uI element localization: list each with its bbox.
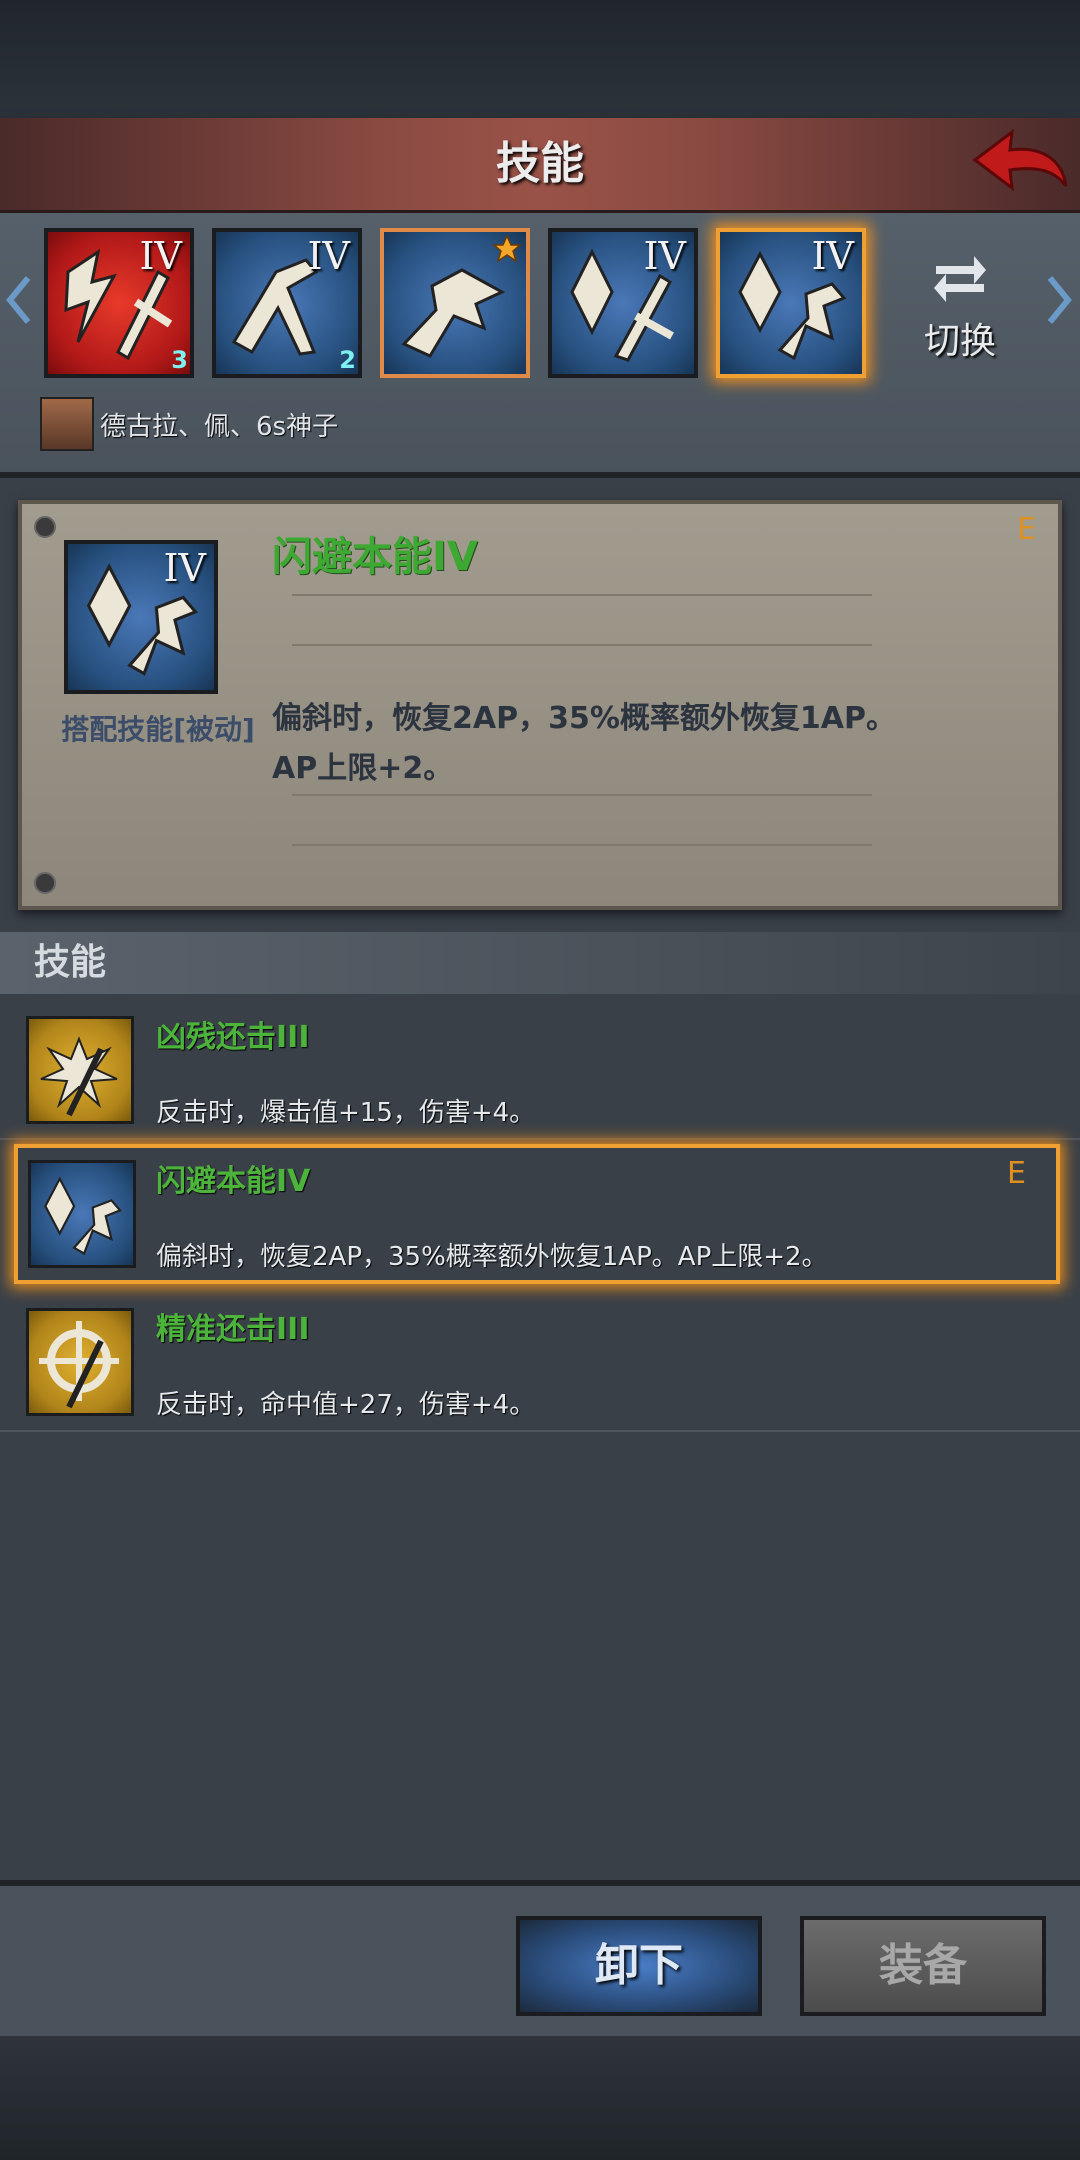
equipped-slot-4[interactable]: IV <box>548 228 698 378</box>
scroll-left-arrow-icon[interactable] <box>4 270 34 330</box>
skill-detail-card: IV 搭配技能[被动] 闪避本能IV E 偏斜时，恢复2AP，35%概率额外恢复… <box>18 500 1062 910</box>
divider <box>0 1138 1080 1140</box>
gem-count: 2 <box>339 346 356 374</box>
skill-desc: 反击时，命中值+27，伤害+4。 <box>156 1390 536 1420</box>
divider <box>292 594 872 596</box>
skill-desc: 偏斜时，恢复2AP，35%概率额外恢复1AP。AP上限+2。 <box>156 1242 828 1272</box>
equipped-slot-2[interactable]: IV 2 <box>212 228 362 378</box>
back-arrow-icon[interactable] <box>970 124 1070 204</box>
page-title: 技能 <box>496 138 584 189</box>
slot-level: IV <box>307 234 350 278</box>
equipped-slot-3[interactable] <box>380 228 530 378</box>
section-title: 技能 <box>34 942 107 983</box>
skill-title: 闪避本能IV <box>272 534 478 580</box>
character-names: 德古拉、佩、6s神子 <box>100 411 339 442</box>
list-item-selected[interactable]: 闪避本能IV E 偏斜时，恢复2AP，35%概率额外恢复1AP。AP上限+2。 <box>14 1144 1060 1284</box>
slot-level: IV <box>643 234 686 278</box>
skill-name: 闪避本能IV <box>156 1164 311 1199</box>
skill-name: 精准还击III <box>156 1312 310 1347</box>
detail-level: IV <box>163 546 206 590</box>
scroll-right-arrow-icon[interactable] <box>1044 270 1074 330</box>
skill-desc: 反击时，爆击值+15，伤害+4。 <box>156 1098 536 1128</box>
crystal-dodge-icon <box>28 1160 136 1268</box>
star-icon <box>492 234 522 263</box>
slot-level: IV <box>139 234 182 278</box>
brutal-counter-icon <box>26 1016 134 1124</box>
gem-count: 3 <box>171 346 188 374</box>
slot-level: IV <box>811 234 854 278</box>
swap-button[interactable]: 切换 <box>920 248 1000 364</box>
desc-line: AP上限+2。 <box>272 751 454 786</box>
divider <box>292 644 872 646</box>
divider <box>292 794 872 796</box>
skill-name: 凶残还击III <box>156 1020 310 1055</box>
equipped-slot-1[interactable]: IV 3 <box>44 228 194 378</box>
precise-counter-icon <box>26 1308 134 1416</box>
status-area <box>0 0 1080 118</box>
avatar <box>40 397 94 451</box>
swap-arrows-icon <box>934 256 986 302</box>
grade-badge: E <box>1017 512 1036 547</box>
footer-area <box>0 2036 1080 2160</box>
equipped-slot-5[interactable]: IV <box>716 228 866 378</box>
desc-line: 偏斜时，恢复2AP，35%概率额外恢复1AP。 <box>272 701 896 736</box>
skill-description: 偏斜时，恢复2AP，35%概率额外恢复1AP。 AP上限+2。 <box>272 694 1012 794</box>
rivet <box>34 516 56 538</box>
grade-badge: E <box>1007 1156 1026 1191</box>
detail-skill-icon: IV <box>64 540 218 694</box>
swap-label: 切换 <box>923 321 996 362</box>
character-row: 德古拉、佩、6s神子 <box>40 397 339 451</box>
equip-button[interactable]: 装备 <box>800 1916 1046 2016</box>
divider <box>292 844 872 846</box>
rivet <box>34 872 56 894</box>
title-bar: 技能 <box>0 118 1080 213</box>
list-item[interactable]: 凶残还击III 反击时，爆击值+15，伤害+4。 <box>0 1000 1080 1140</box>
list-item[interactable]: 精准还击III 反击时，命中值+27，伤害+4。 <box>0 1292 1080 1432</box>
divider <box>0 472 1080 478</box>
section-header: 技能 <box>0 932 1080 994</box>
skill-type: 搭配技能[被动] <box>61 713 255 746</box>
divider <box>0 1430 1080 1432</box>
unload-button[interactable]: 卸下 <box>516 1916 762 2016</box>
